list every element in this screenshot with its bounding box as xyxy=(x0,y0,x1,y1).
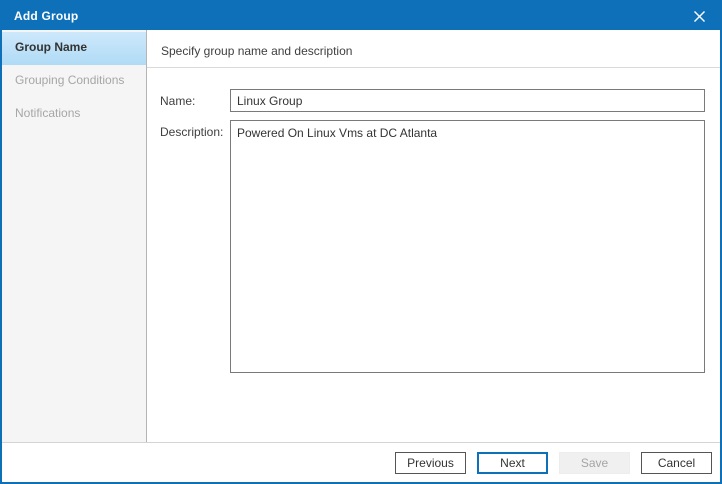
dialog-body: Group Name Grouping Conditions Notificat… xyxy=(2,30,720,442)
name-label: Name: xyxy=(160,94,230,108)
footer-buttons: Previous Next Save Cancel xyxy=(2,442,720,482)
description-textarea[interactable]: Powered On Linux Vms at DC Atlanta xyxy=(230,120,705,373)
close-icon[interactable] xyxy=(688,5,710,27)
sidebar-item-notifications[interactable]: Notifications xyxy=(2,98,146,131)
description-row: Description: Powered On Linux Vms at DC … xyxy=(160,120,705,373)
cancel-button[interactable]: Cancel xyxy=(641,452,712,474)
wizard-steps-sidebar: Group Name Grouping Conditions Notificat… xyxy=(2,30,147,442)
titlebar: Add Group xyxy=(2,2,720,30)
name-row: Name: xyxy=(160,89,705,112)
previous-button[interactable]: Previous xyxy=(395,452,466,474)
step-header: Specify group name and description xyxy=(147,30,720,68)
sidebar-item-group-name[interactable]: Group Name xyxy=(2,32,146,65)
add-group-dialog: Add Group Group Name Grouping Conditions… xyxy=(0,0,722,484)
description-label: Description: xyxy=(160,120,230,139)
step-content: Specify group name and description Name:… xyxy=(147,30,720,442)
window-title: Add Group xyxy=(14,9,78,23)
name-input[interactable] xyxy=(230,89,705,112)
group-form: Name: Description: Powered On Linux Vms … xyxy=(147,68,720,373)
save-button[interactable]: Save xyxy=(559,452,630,474)
sidebar-item-grouping-conditions[interactable]: Grouping Conditions xyxy=(2,65,146,98)
next-button[interactable]: Next xyxy=(477,452,548,474)
